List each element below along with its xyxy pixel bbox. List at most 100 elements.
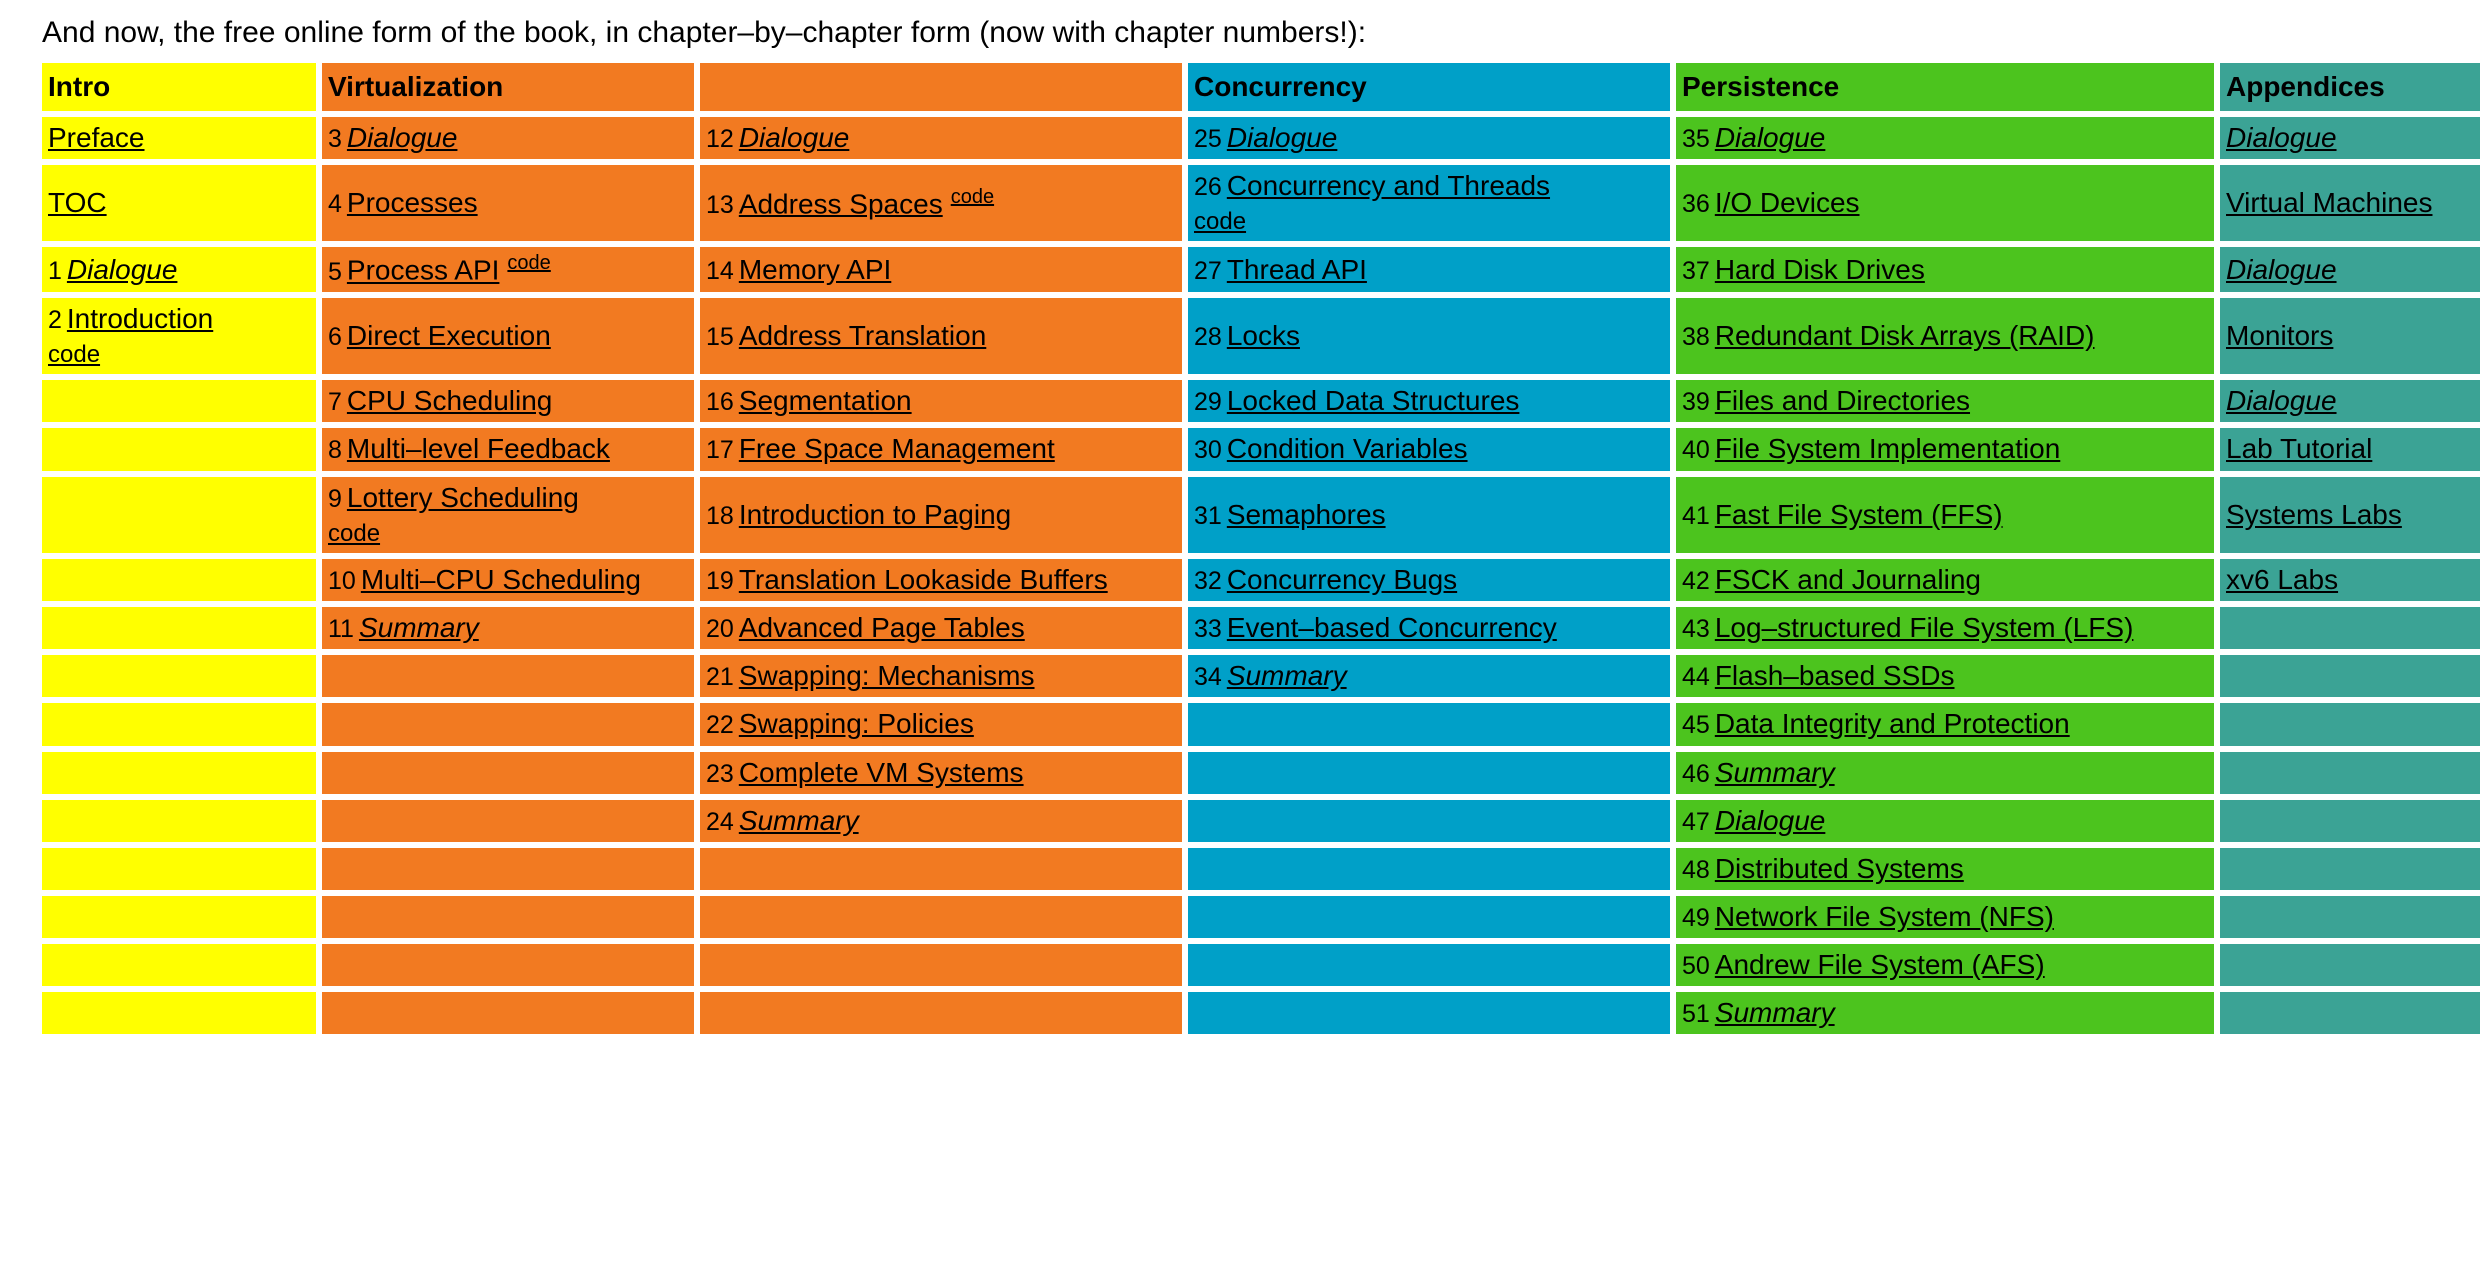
chapter-link[interactable]: CPU Scheduling bbox=[347, 385, 552, 416]
cell-conc: 29 Locked Data Structures bbox=[1188, 380, 1670, 423]
chapter-link[interactable]: Introduction to Paging bbox=[739, 499, 1011, 530]
chapter-link[interactable]: Dialogue bbox=[739, 122, 850, 153]
cell-conc: 33 Event–based Concurrency bbox=[1188, 607, 1670, 650]
chapter-link[interactable]: Dialogue bbox=[2226, 122, 2337, 153]
chapter-link[interactable]: I/O Devices bbox=[1715, 187, 1860, 218]
cell-conc bbox=[1188, 751, 1670, 794]
chapter-link[interactable]: Multi–CPU Scheduling bbox=[361, 564, 641, 595]
chapter-link[interactable]: Dialogue bbox=[1227, 122, 1338, 153]
chapter-link[interactable]: Dialogue bbox=[1715, 805, 1826, 836]
chapter-link[interactable]: Dialogue bbox=[347, 122, 458, 153]
chapter-link[interactable]: Free Space Management bbox=[739, 433, 1055, 464]
chapter-link[interactable]: Fast File System (FFS) bbox=[1715, 499, 2003, 530]
code-link[interactable]: code bbox=[951, 186, 994, 208]
chapter-link[interactable]: Event–based Concurrency bbox=[1227, 612, 1557, 643]
cell-content: 23 Complete VM Systems bbox=[706, 756, 1176, 790]
cell-intro bbox=[42, 944, 316, 987]
chapter-number: 16 bbox=[706, 388, 734, 417]
chapter-link[interactable]: Dialogue bbox=[2226, 254, 2337, 285]
chapter-link[interactable]: Concurrency and Threads bbox=[1227, 170, 1550, 201]
cell-virt2: 13 Address Spaces code bbox=[700, 165, 1182, 242]
chapter-link[interactable]: Distributed Systems bbox=[1715, 853, 1964, 884]
chapter-link[interactable]: File System Implementation bbox=[1715, 433, 2060, 464]
chapter-link[interactable]: Lottery Scheduling bbox=[347, 482, 579, 513]
chapter-link[interactable]: Virtual Machines bbox=[2226, 187, 2432, 218]
chapter-link[interactable]: xv6 Labs bbox=[2226, 564, 2338, 595]
chapter-link[interactable]: Dialogue bbox=[2226, 385, 2337, 416]
empty-cell bbox=[328, 757, 336, 788]
cell-app: xv6 Labs bbox=[2220, 558, 2480, 602]
empty-cell bbox=[48, 805, 56, 836]
chapter-link[interactable]: Log–structured File System (LFS) bbox=[1715, 612, 2134, 643]
cell-content: 42 FSCK and Journaling bbox=[1682, 563, 2208, 597]
chapter-link[interactable]: Summary bbox=[739, 805, 859, 836]
chapter-link[interactable]: Swapping: Policies bbox=[739, 708, 974, 739]
chapter-number: 34 bbox=[1194, 663, 1222, 692]
cell-content: xv6 Labs bbox=[2226, 563, 2478, 597]
code-link[interactable]: code bbox=[48, 341, 100, 368]
chapter-link[interactable]: Translation Lookaside Buffers bbox=[739, 564, 1108, 595]
chapter-number: 17 bbox=[706, 436, 734, 465]
chapter-number: 43 bbox=[1682, 615, 1710, 644]
chapter-link[interactable]: Direct Execution bbox=[347, 320, 551, 351]
chapter-number: 36 bbox=[1682, 190, 1710, 219]
chapter-link[interactable]: Processes bbox=[347, 187, 478, 218]
code-link[interactable]: code bbox=[1194, 208, 1246, 235]
chapter-number: 6 bbox=[328, 323, 342, 352]
code-link[interactable]: code bbox=[507, 252, 550, 274]
cell-content: Dialogue bbox=[2226, 121, 2478, 155]
chapter-link[interactable]: Summary bbox=[1715, 757, 1835, 788]
chapter-link[interactable]: Locks bbox=[1227, 320, 1300, 351]
cell-content: 4 Processes bbox=[328, 186, 688, 220]
chapter-link[interactable]: Systems Labs bbox=[2226, 499, 2402, 530]
chapter-link[interactable]: Introduction bbox=[67, 303, 213, 334]
chapter-link[interactable]: FSCK and Journaling bbox=[1715, 564, 1981, 595]
cell-virt2: 17 Free Space Management bbox=[700, 428, 1182, 471]
code-link[interactable]: code bbox=[328, 520, 380, 547]
empty-cell bbox=[48, 564, 56, 595]
chapter-link[interactable]: Memory API bbox=[739, 254, 891, 285]
cell-pers: 51 Summary bbox=[1676, 992, 2214, 1035]
chapter-link[interactable]: Lab Tutorial bbox=[2226, 433, 2372, 464]
chapter-link[interactable]: Address Spaces bbox=[739, 188, 943, 219]
chapter-link[interactable]: Advanced Page Tables bbox=[739, 612, 1025, 643]
chapter-link[interactable]: Concurrency Bugs bbox=[1227, 564, 1457, 595]
chapter-link[interactable]: Redundant Disk Arrays (RAID) bbox=[1715, 320, 2095, 351]
chapter-link[interactable]: Process API bbox=[347, 255, 500, 286]
cell-content: 16 Segmentation bbox=[706, 384, 1176, 418]
table-row: 51 Summary bbox=[42, 992, 2480, 1035]
chapter-number: 11 bbox=[328, 615, 354, 644]
chapter-link[interactable]: Flash–based SSDs bbox=[1715, 660, 1955, 691]
chapter-link[interactable]: Multi–level Feedback bbox=[347, 433, 610, 464]
chapter-link[interactable]: Preface bbox=[48, 122, 145, 153]
chapter-link[interactable]: TOC bbox=[48, 187, 107, 218]
chapter-link[interactable]: Hard Disk Drives bbox=[1715, 254, 1925, 285]
chapter-link[interactable]: Monitors bbox=[2226, 320, 2333, 351]
chapter-link[interactable]: Network File System (NFS) bbox=[1715, 901, 2054, 932]
chapter-link[interactable]: Summary bbox=[359, 612, 479, 643]
cell-content: Dialogue bbox=[2226, 253, 2478, 287]
chapter-link[interactable]: Complete VM Systems bbox=[739, 757, 1024, 788]
chapter-link[interactable]: Thread API bbox=[1227, 254, 1367, 285]
chapter-link[interactable]: Files and Directories bbox=[1715, 385, 1970, 416]
chapter-link[interactable]: Data Integrity and Protection bbox=[1715, 708, 2070, 739]
chapter-link[interactable]: Dialogue bbox=[1715, 122, 1826, 153]
cell-intro: Preface bbox=[42, 117, 316, 160]
chapter-link[interactable]: Summary bbox=[1227, 660, 1347, 691]
empty-cell bbox=[48, 612, 56, 643]
chapter-number: 2 bbox=[48, 305, 62, 334]
chapter-link[interactable]: Semaphores bbox=[1227, 499, 1386, 530]
chapter-link[interactable]: Dialogue bbox=[67, 254, 178, 285]
chapter-link[interactable]: Andrew File System (AFS) bbox=[1715, 949, 2045, 980]
empty-cell bbox=[328, 805, 336, 836]
chapter-link[interactable]: Summary bbox=[1715, 997, 1835, 1028]
cell-content: 3 Dialogue bbox=[328, 121, 688, 155]
chapter-link[interactable]: Locked Data Structures bbox=[1227, 385, 1520, 416]
table-row: 23 Complete VM Systems 46 Summary bbox=[42, 751, 2480, 794]
cell-intro: 2 Introduction code bbox=[42, 297, 316, 375]
chapter-link[interactable]: Address Translation bbox=[739, 320, 986, 351]
empty-cell bbox=[328, 660, 336, 691]
chapter-link[interactable]: Swapping: Mechanisms bbox=[739, 660, 1035, 691]
chapter-link[interactable]: Segmentation bbox=[739, 385, 912, 416]
chapter-link[interactable]: Condition Variables bbox=[1227, 433, 1468, 464]
